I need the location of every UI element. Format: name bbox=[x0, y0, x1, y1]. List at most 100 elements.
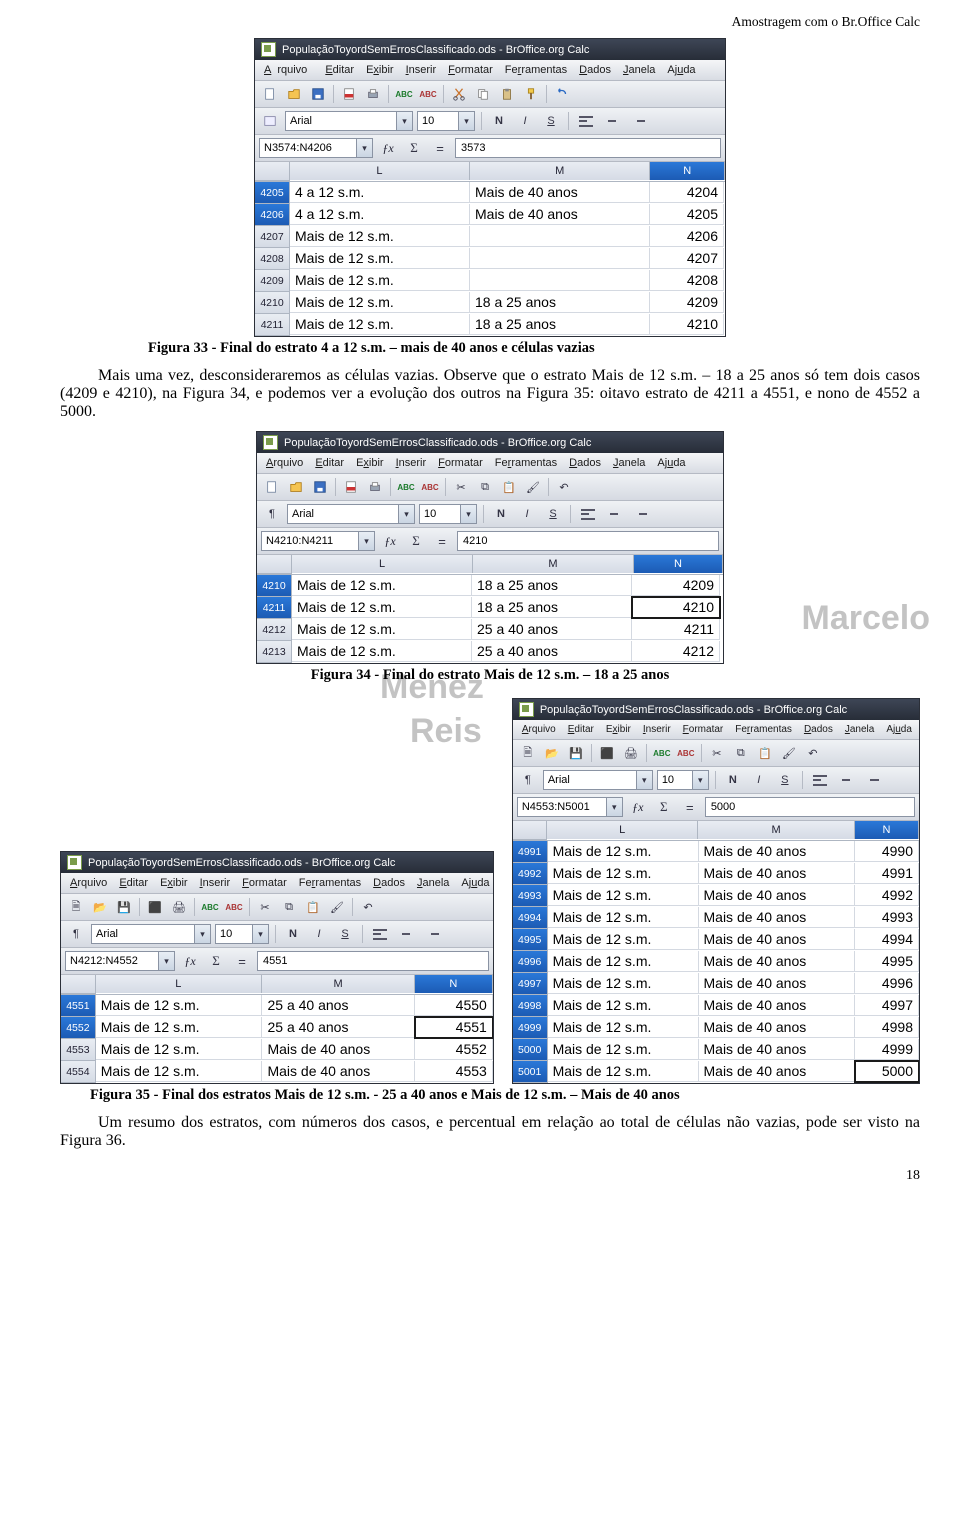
align-center-icon[interactable] bbox=[603, 503, 625, 525]
cell[interactable] bbox=[470, 248, 650, 269]
function-wizard-icon[interactable]: ƒx bbox=[377, 137, 399, 159]
cell[interactable]: Mais de 40 anos bbox=[699, 929, 856, 950]
row-header[interactable]: 4996 bbox=[513, 951, 548, 973]
cell[interactable]: 5000 bbox=[855, 1061, 919, 1082]
undo-icon[interactable]: ↶ bbox=[802, 742, 824, 764]
pdf-icon[interactable]: ⬛ bbox=[144, 896, 166, 918]
row-header[interactable]: 4211 bbox=[255, 314, 290, 336]
col-header-N[interactable]: N bbox=[415, 975, 493, 993]
pdf-icon[interactable] bbox=[340, 476, 362, 498]
cell[interactable]: 4997 bbox=[855, 995, 919, 1016]
menu-arquivo[interactable]: Arquivo bbox=[260, 455, 309, 471]
col-header-M[interactable]: M bbox=[470, 162, 650, 180]
name-box[interactable]: N4212:N4552 bbox=[65, 951, 175, 971]
italic-button[interactable]: I bbox=[514, 110, 536, 132]
cell[interactable]: Mais de 12 s.m. bbox=[292, 597, 472, 618]
row-header[interactable]: 4209 bbox=[255, 270, 290, 292]
save-icon[interactable]: 💾 bbox=[113, 896, 135, 918]
font-name-combo[interactable]: Arial bbox=[287, 504, 415, 524]
row-header[interactable]: 4205 bbox=[255, 182, 290, 204]
equals-icon[interactable]: = bbox=[431, 530, 453, 552]
menu-editar[interactable]: Editar bbox=[113, 875, 154, 891]
menu-exibir[interactable]: Exibir bbox=[350, 455, 390, 471]
spellcheck-icon[interactable]: ABC bbox=[199, 896, 221, 918]
cell[interactable]: Mais de 12 s.m. bbox=[292, 575, 472, 596]
row-header[interactable]: 4208 bbox=[255, 248, 290, 270]
menu-editar[interactable]: Editar bbox=[309, 455, 350, 471]
cell[interactable]: Mais de 40 anos bbox=[699, 1017, 856, 1038]
cell[interactable]: Mais de 12 s.m. bbox=[548, 1039, 699, 1060]
row-header[interactable]: 4552 bbox=[61, 1017, 96, 1039]
cell[interactable]: Mais de 12 s.m. bbox=[548, 863, 699, 884]
row-header[interactable]: 4992 bbox=[513, 863, 548, 885]
cell[interactable]: 4207 bbox=[650, 248, 724, 269]
cell[interactable]: 4551 bbox=[415, 1017, 492, 1038]
menu-exibir[interactable]: Exibir bbox=[154, 875, 194, 891]
font-size-combo[interactable]: 10 bbox=[657, 770, 709, 790]
cell[interactable]: 4204 bbox=[650, 182, 724, 203]
menu-inserir[interactable]: Inserir bbox=[400, 62, 443, 78]
equals-icon[interactable]: = bbox=[231, 950, 253, 972]
cell[interactable]: 4212 bbox=[632, 641, 720, 662]
cell[interactable]: 4550 bbox=[415, 995, 492, 1016]
menu-dados[interactable]: Dados bbox=[798, 722, 839, 737]
col-header-L[interactable]: L bbox=[96, 975, 263, 993]
autospell-icon[interactable]: ABC bbox=[417, 83, 439, 105]
align-left-icon[interactable] bbox=[369, 923, 391, 945]
cell[interactable]: Mais de 12 s.m. bbox=[290, 248, 470, 269]
bold-button[interactable]: N bbox=[490, 503, 512, 525]
col-header-M[interactable]: M bbox=[698, 821, 855, 839]
row-header[interactable]: 5001 bbox=[513, 1061, 548, 1083]
font-size-combo[interactable]: 10 bbox=[417, 111, 475, 131]
menu-formatar[interactable]: Formatar bbox=[677, 722, 730, 737]
sum-icon[interactable]: Σ bbox=[653, 796, 675, 818]
cell[interactable]: 4992 bbox=[855, 885, 919, 906]
cell[interactable]: Mais de 40 anos bbox=[699, 841, 856, 862]
cell[interactable]: Mais de 40 anos bbox=[699, 1039, 856, 1060]
paste-icon[interactable] bbox=[496, 83, 518, 105]
function-wizard-icon[interactable]: ƒx bbox=[379, 530, 401, 552]
styles-icon[interactable]: ¶ bbox=[517, 769, 539, 791]
paste-icon[interactable]: 📋 bbox=[754, 742, 776, 764]
align-center-icon[interactable] bbox=[601, 110, 623, 132]
cell[interactable]: Mais de 40 anos bbox=[699, 973, 856, 994]
menu-dados[interactable]: Dados bbox=[563, 455, 607, 471]
cell[interactable]: Mais de 40 anos bbox=[470, 204, 650, 225]
cell[interactable]: 4991 bbox=[855, 863, 919, 884]
menu-ajuda[interactable]: Ajuda bbox=[661, 62, 701, 78]
menu-janela[interactable]: Janela bbox=[411, 875, 455, 891]
font-size-combo[interactable]: 10 bbox=[215, 924, 269, 944]
cell[interactable]: 18 a 25 anos bbox=[470, 314, 650, 335]
menu-ferramentas[interactable]: Ferramentas bbox=[293, 875, 367, 891]
row-header[interactable]: 4551 bbox=[61, 995, 96, 1017]
cell[interactable]: 4999 bbox=[855, 1039, 919, 1060]
print-icon[interactable]: 🖨 bbox=[168, 896, 190, 918]
cell[interactable]: 4209 bbox=[650, 292, 724, 313]
undo-icon[interactable]: ↶ bbox=[553, 476, 575, 498]
menu-janela[interactable]: Janela bbox=[607, 455, 651, 471]
cell[interactable]: 4553 bbox=[415, 1061, 492, 1082]
italic-button[interactable]: I bbox=[516, 503, 538, 525]
save-icon[interactable] bbox=[309, 476, 331, 498]
cell[interactable]: Mais de 12 s.m. bbox=[96, 1061, 263, 1082]
cell[interactable]: Mais de 12 s.m. bbox=[292, 619, 472, 640]
cell[interactable]: Mais de 40 anos bbox=[699, 863, 856, 884]
menu-inserir[interactable]: Inserir bbox=[194, 875, 237, 891]
underline-button[interactable]: S bbox=[774, 769, 796, 791]
cell[interactable]: 4206 bbox=[650, 226, 724, 247]
spellcheck-icon[interactable]: ABC bbox=[393, 83, 415, 105]
cell[interactable]: 4 a 12 s.m. bbox=[290, 204, 470, 225]
row-header[interactable]: 4998 bbox=[513, 995, 548, 1017]
font-name-combo[interactable]: Arial bbox=[285, 111, 413, 131]
italic-button[interactable]: I bbox=[308, 923, 330, 945]
autospell-icon[interactable]: ABC bbox=[223, 896, 245, 918]
underline-button[interactable]: S bbox=[334, 923, 356, 945]
copy-icon[interactable]: ⧉ bbox=[474, 476, 496, 498]
cell[interactable]: Mais de 12 s.m. bbox=[96, 1039, 263, 1060]
open-icon[interactable]: 📂 bbox=[89, 896, 111, 918]
align-right-icon[interactable] bbox=[629, 503, 651, 525]
sum-icon[interactable]: Σ bbox=[205, 950, 227, 972]
cell[interactable]: Mais de 40 anos bbox=[699, 951, 856, 972]
format-paint-icon[interactable]: 🖌 bbox=[778, 742, 800, 764]
row-header[interactable]: 4995 bbox=[513, 929, 548, 951]
